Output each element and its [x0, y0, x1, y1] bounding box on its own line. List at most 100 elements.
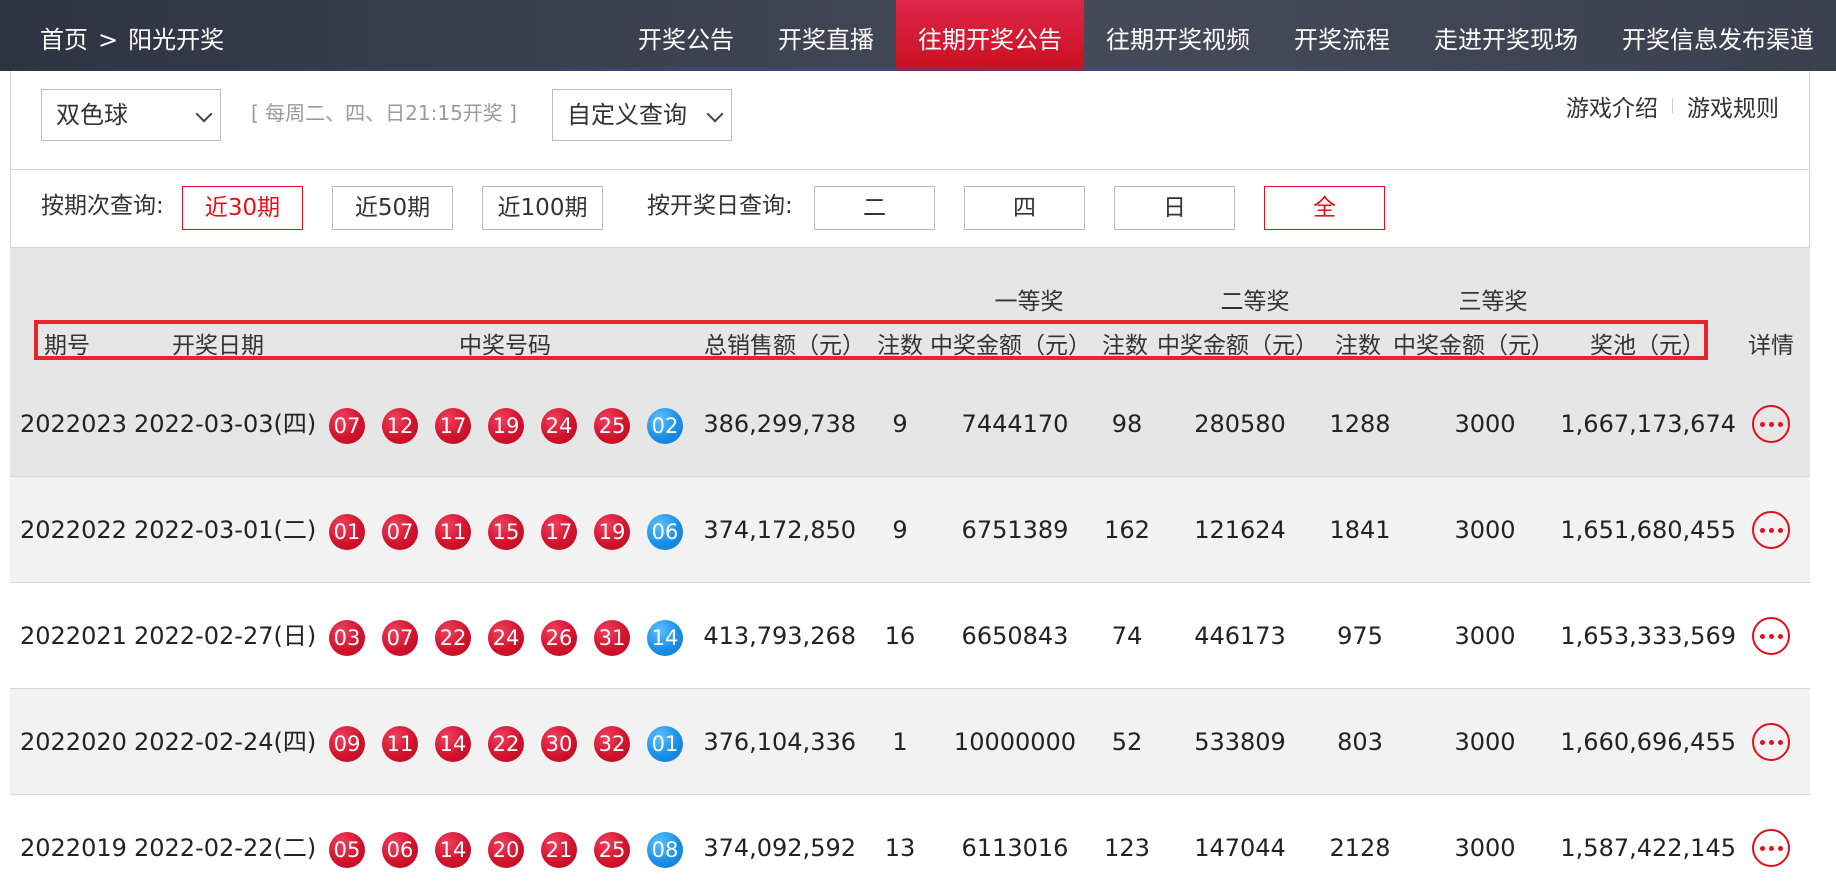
cell-date: 2022-02-27(日) — [134, 622, 317, 650]
red-ball: 07 — [382, 514, 418, 550]
nav-item-live[interactable]: 开奖直播 — [756, 0, 896, 71]
red-ball: 19 — [594, 514, 630, 550]
cell-third-count: 1288 — [1329, 410, 1391, 438]
header-third-count: 注数 — [1335, 333, 1381, 359]
cell-second-count: 98 — [1111, 410, 1143, 438]
red-ball: 17 — [541, 514, 577, 550]
cell-first-count: 1 — [892, 728, 908, 756]
game-select[interactable]: 双色球 — [41, 89, 221, 141]
link-divider — [1672, 98, 1673, 114]
main-nav: 开奖公告 开奖直播 往期开奖公告 往期开奖视频 开奖流程 走进开奖现场 开奖信息… — [616, 0, 1836, 71]
cell-pool: 1,587,422,145 — [1560, 834, 1736, 862]
nav-item-past-videos[interactable]: 往期开奖视频 — [1084, 0, 1272, 71]
cell-third-amount: 3000 — [1454, 834, 1516, 862]
more-details-icon[interactable] — [1752, 617, 1790, 655]
red-ball: 19 — [488, 408, 524, 444]
cell-pool: 1,667,173,674 — [1560, 410, 1736, 438]
nav-item-process[interactable]: 开奖流程 — [1272, 0, 1412, 71]
cell-first-amount: 10000000 — [953, 728, 1077, 756]
cell-date: 2022-02-22(二) — [134, 834, 317, 862]
breadcrumb-separator: > — [98, 26, 119, 54]
red-ball: 26 — [541, 620, 577, 656]
group-second-prize: 二等奖 — [1220, 289, 1290, 315]
cell-third-count: 2128 — [1329, 834, 1391, 862]
cell-issue: 2022023 — [20, 410, 127, 438]
nav-item-channels[interactable]: 开奖信息发布渠道 — [1600, 0, 1836, 71]
cell-first-count: 13 — [884, 834, 916, 862]
red-ball: 21 — [541, 832, 577, 868]
breadcrumb-home[interactable]: 首页 — [40, 0, 88, 71]
winning-numbers: 01 07 11 15 17 19 06 — [329, 514, 683, 550]
group-third-prize: 三等奖 — [1458, 289, 1528, 315]
cell-first-count: 16 — [884, 622, 916, 650]
top-navigation-bar: 首页 > 阳光开奖 开奖公告 开奖直播 往期开奖公告 往期开奖视频 开奖流程 走… — [0, 0, 1836, 71]
cell-date: 2022-03-01(二) — [134, 516, 317, 544]
period-50-button[interactable]: 近50期 — [332, 186, 453, 230]
more-details-icon[interactable] — [1752, 723, 1790, 761]
header-numbers: 中奖号码 — [459, 333, 551, 359]
more-details-icon[interactable] — [1752, 405, 1790, 443]
red-ball: 07 — [382, 620, 418, 656]
table-row: 2022022 2022-03-01(二) 01 07 11 15 17 19 … — [10, 477, 1810, 583]
cell-third-amount: 3000 — [1454, 410, 1516, 438]
nav-item-draw-site[interactable]: 走进开奖现场 — [1412, 0, 1600, 71]
day-thursday-button[interactable]: 四 — [964, 186, 1085, 230]
cell-second-amount: 280580 — [1194, 410, 1286, 438]
cell-issue: 2022022 — [20, 516, 127, 544]
game-rules-link[interactable]: 游戏规则 — [1687, 89, 1779, 123]
red-ball: 20 — [488, 832, 524, 868]
header-second-count: 注数 — [1102, 333, 1148, 359]
red-ball: 17 — [435, 408, 471, 444]
period-30-button[interactable]: 近30期 — [182, 186, 303, 230]
cell-pool: 1,653,333,569 — [1560, 622, 1736, 650]
more-details-icon[interactable] — [1752, 511, 1790, 549]
cell-sales: 374,092,592 — [703, 834, 856, 862]
cell-third-count: 1841 — [1329, 516, 1391, 544]
filter-divider — [11, 169, 1809, 170]
cell-issue: 2022019 — [20, 834, 127, 862]
day-tuesday-button[interactable]: 二 — [814, 186, 935, 230]
game-intro-link[interactable]: 游戏介绍 — [1566, 89, 1658, 123]
winning-numbers: 05 06 14 20 21 25 08 — [329, 832, 683, 868]
header-detail: 详情 — [1748, 333, 1794, 359]
query-mode-select[interactable]: 自定义查询 — [552, 89, 732, 141]
cell-issue: 2022020 — [20, 728, 127, 756]
cell-third-count: 975 — [1337, 622, 1383, 650]
more-details-icon[interactable] — [1752, 829, 1790, 867]
query-mode-value: 自定义查询 — [567, 101, 687, 129]
header-sales: 总销售额（元） — [704, 333, 865, 359]
nav-item-past-announcements[interactable]: 往期开奖公告 — [896, 0, 1084, 71]
winning-numbers: 07 12 17 19 24 25 02 — [329, 408, 683, 444]
table-row: 2022021 2022-02-27(日) 03 07 22 24 26 31 … — [10, 583, 1810, 689]
cell-first-amount: 6113016 — [961, 834, 1069, 862]
red-ball: 25 — [594, 408, 630, 444]
chevron-down-icon — [706, 105, 724, 123]
cell-date: 2022-02-24(四) — [134, 728, 317, 756]
day-query-label: 按开奖日查询: — [647, 193, 793, 219]
cell-second-count: 162 — [1104, 516, 1150, 544]
red-ball: 15 — [488, 514, 524, 550]
red-ball: 25 — [594, 832, 630, 868]
header-second-amount: 中奖金额（元） — [1157, 333, 1318, 359]
red-ball: 32 — [594, 726, 630, 762]
period-100-button[interactable]: 近100期 — [482, 186, 603, 230]
cell-second-amount: 533809 — [1194, 728, 1286, 756]
day-all-button[interactable]: 全 — [1264, 186, 1385, 230]
red-ball: 12 — [382, 408, 418, 444]
filter-panel: 双色球 [ 每周二、四、日21:15开奖 ] 自定义查询 游戏介绍 游戏规则 按… — [10, 71, 1810, 248]
cell-second-count: 123 — [1104, 834, 1150, 862]
cell-pool: 1,660,696,455 — [1560, 728, 1736, 756]
day-sunday-button[interactable]: 日 — [1114, 186, 1235, 230]
header-third-amount: 中奖金额（元） — [1393, 333, 1554, 359]
breadcrumb-current[interactable]: 阳光开奖 — [128, 0, 224, 71]
nav-item-announcement[interactable]: 开奖公告 — [616, 0, 756, 71]
red-ball: 11 — [435, 514, 471, 550]
table-row: 2022020 2022-02-24(四) 09 11 14 22 30 32 … — [10, 689, 1810, 795]
breadcrumb: 首页 > 阳光开奖 — [40, 0, 224, 71]
table-row: 2022019 2022-02-22(二) 05 06 14 20 21 25 … — [10, 795, 1810, 890]
red-ball: 24 — [541, 408, 577, 444]
chevron-down-icon — [195, 105, 213, 123]
red-ball: 31 — [594, 620, 630, 656]
red-ball: 22 — [488, 726, 524, 762]
cell-date: 2022-03-03(四) — [134, 410, 317, 438]
